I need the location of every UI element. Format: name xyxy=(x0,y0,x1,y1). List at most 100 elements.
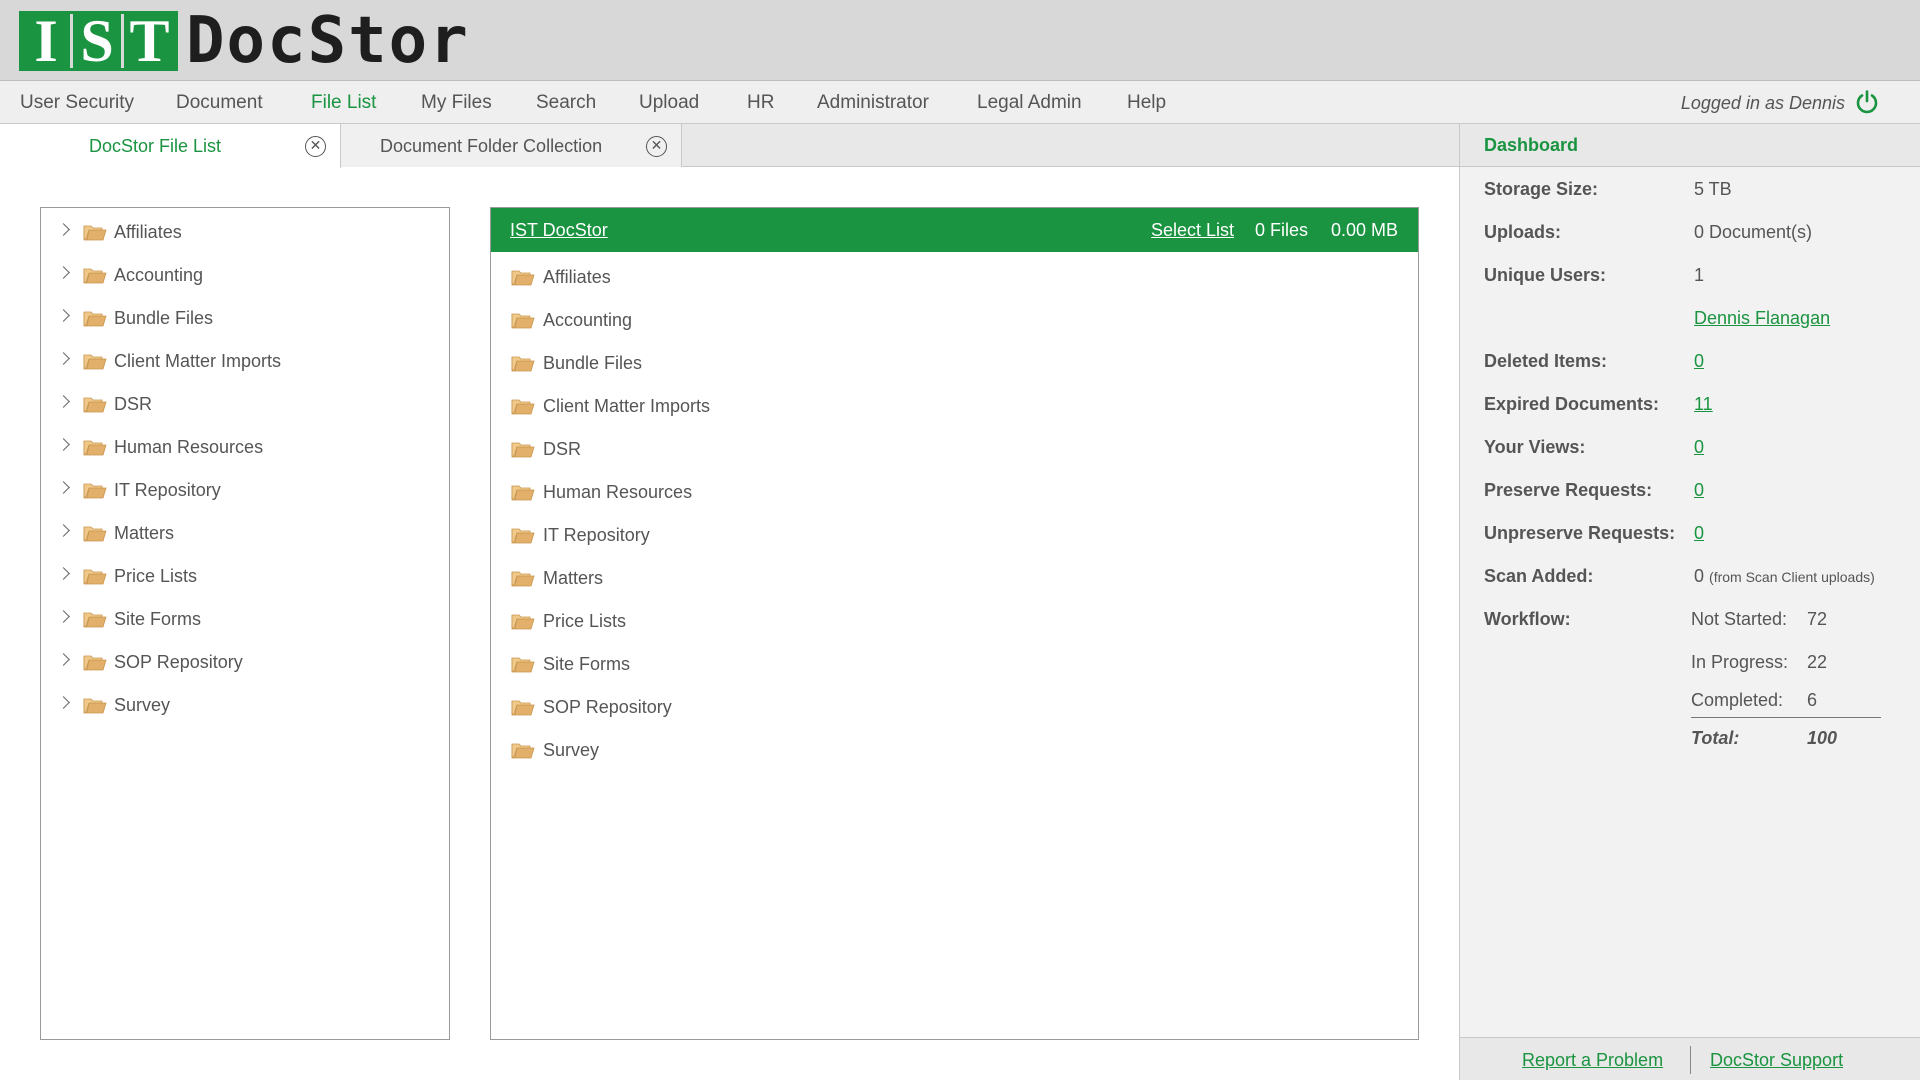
preserve-requests-label: Preserve Requests: xyxy=(1484,480,1653,500)
chevron-right-icon[interactable] xyxy=(57,524,70,537)
list-item[interactable]: SOP Repository xyxy=(491,692,1418,722)
chevron-right-icon[interactable] xyxy=(57,653,70,666)
list-item[interactable]: IT Repository xyxy=(491,520,1418,550)
tab-docstor-file-list[interactable]: DocStor File List ✕ xyxy=(0,124,341,168)
tree-item[interactable]: Site Forms xyxy=(41,605,449,635)
ist-docstor-logo[interactable]: I S T DocStor xyxy=(19,9,470,73)
expired-documents-link[interactable]: 11 xyxy=(1694,394,1713,415)
storage-label: Storage Size: xyxy=(1484,179,1599,199)
your-views-label: Your Views: xyxy=(1484,437,1586,457)
list-item-label: SOP Repository xyxy=(543,697,672,717)
uploads-label: Uploads: xyxy=(1484,222,1562,242)
scan-added-label: Scan Added: xyxy=(1484,566,1594,586)
unpreserve-requests-link[interactable]: 0 xyxy=(1694,523,1704,544)
folder-icon xyxy=(83,698,107,714)
tree-item[interactable]: Client Matter Imports xyxy=(41,347,449,377)
folder-icon xyxy=(511,571,535,587)
workflow-not-started-value: 72 xyxy=(1807,609,1828,629)
close-circle-icon[interactable]: ✕ xyxy=(646,136,667,157)
chevron-right-icon[interactable] xyxy=(57,696,70,709)
folder-icon xyxy=(83,397,107,413)
chevron-right-icon[interactable] xyxy=(57,567,70,580)
your-views-link[interactable]: 0 xyxy=(1694,437,1704,458)
list-item[interactable]: Price Lists xyxy=(491,606,1418,636)
chevron-right-icon[interactable] xyxy=(57,481,70,494)
chevron-right-icon[interactable] xyxy=(57,395,70,408)
nav-upload[interactable]: Upload xyxy=(639,92,699,114)
logged-in-label: Logged in as Dennis xyxy=(1680,93,1845,113)
tree-item-label: Price Lists xyxy=(114,566,198,586)
uploads-value: 0 Document(s) xyxy=(1694,222,1813,242)
list-item[interactable]: Bundle Files xyxy=(491,348,1418,378)
tree-item[interactable]: SOP Repository xyxy=(41,648,449,678)
list-item[interactable]: Client Matter Imports xyxy=(491,391,1418,421)
list-item-label: Matters xyxy=(543,568,604,588)
list-item-label: IT Repository xyxy=(543,525,650,545)
list-item[interactable]: Survey xyxy=(491,735,1418,765)
list-item-label: Affiliates xyxy=(543,267,611,287)
docstor-support-link[interactable]: DocStor Support xyxy=(1710,1050,1843,1071)
tree-item[interactable]: IT Repository xyxy=(41,476,449,506)
close-circle-icon[interactable]: ✕ xyxy=(305,136,326,157)
nav-search[interactable]: Search xyxy=(536,92,596,114)
list-item[interactable]: Human Resources xyxy=(491,477,1418,507)
chevron-right-icon[interactable] xyxy=(57,610,70,623)
workflow-not-started-label: Not Started: xyxy=(1691,609,1788,629)
folder-icon xyxy=(511,657,535,673)
tab-label: DocStor File List xyxy=(89,136,222,156)
nav-hr[interactable]: HR xyxy=(747,92,774,114)
dashboard-header: Dashboard xyxy=(1460,124,1920,167)
tree-item[interactable]: Accounting xyxy=(41,261,449,291)
chevron-right-icon[interactable] xyxy=(57,438,70,451)
nav-administrator[interactable]: Administrator xyxy=(817,92,929,114)
tree-item[interactable]: Matters xyxy=(41,519,449,549)
tree-item[interactable]: DSR xyxy=(41,390,449,420)
list-item[interactable]: Accounting xyxy=(491,305,1418,335)
deleted-items-link[interactable]: 0 xyxy=(1694,351,1704,372)
nav-my-files[interactable]: My Files xyxy=(421,92,492,114)
list-item[interactable]: Matters xyxy=(491,563,1418,593)
chevron-right-icon[interactable] xyxy=(57,223,70,236)
chevron-right-icon[interactable] xyxy=(57,266,70,279)
breadcrumb-ist-docstor[interactable]: IST DocStor xyxy=(510,220,608,241)
folder-icon xyxy=(511,700,535,716)
chevron-right-icon[interactable] xyxy=(57,352,70,365)
tree-item[interactable]: Human Resources xyxy=(41,433,449,463)
tree-item[interactable]: Price Lists xyxy=(41,562,449,592)
folder-icon xyxy=(83,612,107,628)
list-item[interactable]: Affiliates xyxy=(491,262,1418,292)
file-size: 0.00 MB xyxy=(1331,220,1399,240)
folder-icon xyxy=(83,569,107,585)
nav-help[interactable]: Help xyxy=(1127,92,1166,114)
preserve-requests-link[interactable]: 0 xyxy=(1694,480,1704,501)
nav-user-security[interactable]: User Security xyxy=(20,92,134,114)
file-list-header: IST DocStor Select List 0 Files 0.00 MB xyxy=(491,208,1418,252)
power-icon[interactable] xyxy=(1854,89,1880,115)
list-item[interactable]: DSR xyxy=(491,434,1418,464)
tree-item-label: SOP Repository xyxy=(114,652,243,672)
nav-legal-admin[interactable]: Legal Admin xyxy=(977,92,1082,114)
tree-item-label: Client Matter Imports xyxy=(114,351,282,371)
tree-item[interactable]: Bundle Files xyxy=(41,304,449,334)
folder-icon xyxy=(511,528,535,544)
tree-item[interactable]: Survey xyxy=(41,691,449,721)
tree-item[interactable]: Affiliates xyxy=(41,218,449,248)
tree-item-label: Affiliates xyxy=(114,222,182,242)
chevron-right-icon[interactable] xyxy=(57,309,70,322)
list-item[interactable]: Site Forms xyxy=(491,649,1418,679)
report-problem-link[interactable]: Report a Problem xyxy=(1522,1050,1663,1071)
nav-document[interactable]: Document xyxy=(176,92,263,114)
select-list-link[interactable]: Select List xyxy=(1151,220,1234,241)
workflow-total-label: Total: xyxy=(1691,728,1740,748)
tab-document-folder-collection[interactable]: Document Folder Collection ✕ xyxy=(341,124,682,167)
workflow-completed-label: Completed: xyxy=(1691,690,1784,710)
workflow-in-progress-label: In Progress: xyxy=(1691,652,1789,672)
unique-users-label: Unique Users: xyxy=(1484,265,1607,285)
nav-file-list[interactable]: File List xyxy=(311,92,376,114)
expired-documents-label: Expired Documents: xyxy=(1484,394,1660,414)
list-item-label: Price Lists xyxy=(543,611,627,631)
workflow-completed-value: 6 xyxy=(1807,690,1818,710)
main-nav: User Security Document File List My File… xyxy=(0,81,1920,124)
user-link-dennis-flanagan[interactable]: Dennis Flanagan xyxy=(1694,308,1830,329)
list-item-label: Site Forms xyxy=(543,654,631,674)
